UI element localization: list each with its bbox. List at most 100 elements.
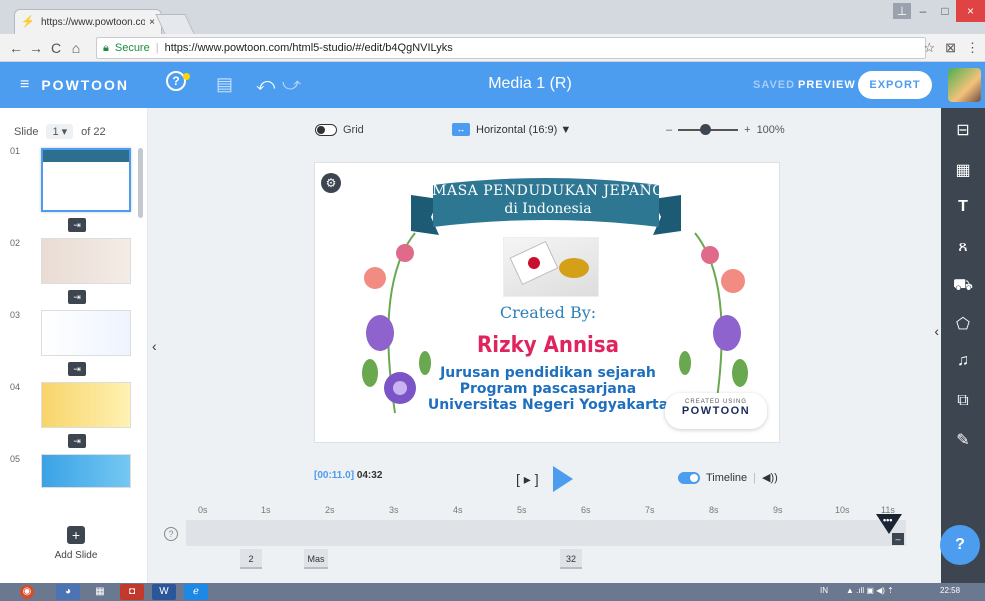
ie-taskbar-icon[interactable]: ℯ	[184, 584, 208, 600]
slide-canvas[interactable]: ⚙ MASA PENDUDUKAN JEPANG di Indonesia Cr…	[314, 162, 780, 443]
undo-icon[interactable]: ⤺	[256, 74, 275, 95]
expand-library-icon[interactable]: ‹	[934, 323, 939, 339]
add-slide-button[interactable]: + Add Slide	[44, 526, 108, 561]
close-window-button[interactable]: ×	[956, 0, 985, 22]
timeline-toggle-group: Timeline | ◀))	[678, 471, 778, 484]
timeline-zoom-out-button[interactable]: –	[892, 533, 904, 545]
props-icon[interactable]: ⛟	[941, 276, 985, 296]
timeline-toggle[interactable]	[678, 471, 700, 484]
add-slide-label: Add Slide	[54, 550, 98, 561]
special-effects-icon[interactable]: ✎	[941, 430, 985, 450]
zoom-slider[interactable]	[678, 124, 739, 135]
explorer-taskbar-icon[interactable]: ▦	[88, 584, 112, 600]
bookmark-star-icon[interactable]: ☆	[923, 40, 935, 56]
media-taskbar-icon[interactable]: ◘	[120, 584, 144, 600]
home-icon[interactable]: ⌂	[66, 40, 86, 56]
tick-label: 7s	[645, 505, 655, 515]
hamburger-menu-icon[interactable]: ≡	[20, 76, 31, 94]
created-by-label: Created By:	[499, 303, 597, 322]
slide-number: 02	[10, 238, 21, 248]
time-readout: [00:11.0] 04:32	[314, 470, 382, 481]
backgrounds-icon[interactable]: ▦	[941, 160, 985, 180]
address-bar-row: ← → C ⌂ 🔒︎ Secure | https://www.powtoon.…	[0, 34, 985, 62]
language-indicator[interactable]: IN	[820, 586, 828, 595]
layouts-icon[interactable]: ⊟	[941, 120, 985, 140]
powtoon-favicon-icon: ⚡	[21, 16, 35, 28]
minimize-button[interactable]: –	[912, 0, 934, 22]
forward-icon[interactable]: →	[26, 40, 46, 56]
timeline-object-marker[interactable]: 32	[560, 549, 582, 569]
media-icon[interactable]: ⧉	[941, 392, 985, 410]
characters-icon[interactable]: ጸ	[941, 238, 985, 256]
playback-controls: [ ▸ ]	[516, 466, 573, 492]
slide-thumbnail-3[interactable]	[41, 310, 131, 356]
redo-icon[interactable]: ⤻	[282, 74, 301, 95]
timeline-object-marker[interactable]: Mas	[304, 549, 328, 569]
music-icon[interactable]: ♫	[941, 352, 985, 370]
collapse-slides-icon[interactable]: ‹	[152, 338, 157, 354]
slide-thumbnail-1[interactable]	[41, 148, 131, 212]
powtoon-watermark-badge: CREATED USING POWTOON	[665, 393, 767, 429]
separator: |	[753, 471, 757, 484]
transition-icon[interactable]: ⇥	[68, 218, 86, 232]
profile-icon[interactable]: ⊥	[893, 3, 911, 19]
slide-total: of 22	[81, 125, 106, 138]
grid-toggle[interactable]	[315, 124, 337, 136]
timeline-ruler: 0s 1s 2s 3s 4s 5s 6s 7s 8s 9s 10s 11s	[184, 505, 895, 519]
add-slide-icon: +	[67, 526, 85, 544]
timeline-track[interactable]	[186, 520, 906, 546]
flag-photo[interactable]	[503, 237, 599, 297]
slide-thumbnail-5[interactable]	[41, 454, 131, 488]
export-button[interactable]: EXPORT	[858, 71, 932, 99]
slide-number: 04	[10, 382, 21, 392]
tick-label: 5s	[517, 505, 527, 515]
slides-scrollbar[interactable]	[138, 148, 143, 218]
back-icon[interactable]: ←	[6, 40, 26, 56]
total-time: 04:32	[356, 470, 383, 481]
text-icon[interactable]: T	[941, 198, 985, 216]
help-chat-button[interactable]: ?	[940, 525, 980, 565]
transition-icon[interactable]: ⇥	[68, 290, 86, 304]
lock-icon: 🔒︎	[103, 41, 109, 54]
notification-dot	[183, 73, 190, 80]
transition-icon[interactable]: ⇥	[68, 362, 86, 376]
tick-label: 1s	[261, 505, 271, 515]
powtoon-logo[interactable]: ≡ POWTOON	[20, 76, 129, 94]
system-tray-icons[interactable]: ▲ .ıll ▣ ◀) ⇡	[846, 586, 894, 595]
shapes-icon[interactable]: ⬠	[941, 314, 985, 334]
url-field[interactable]: 🔒︎ Secure | https://www.powtoon.com/html…	[96, 37, 926, 59]
user-avatar[interactable]	[948, 68, 981, 102]
document-title[interactable]: Media 1 (R)	[440, 75, 620, 93]
timeline-help-icon[interactable]: ?	[164, 527, 178, 541]
timeline-object-marker[interactable]: 2	[240, 549, 262, 569]
zoom-out-button[interactable]: –	[666, 124, 672, 136]
preview-button[interactable]: PREVIEW	[798, 79, 856, 91]
slide-number-dropdown[interactable]: 1 ▾	[46, 124, 74, 139]
current-time: [00:11.0]	[314, 470, 355, 481]
transition-icon[interactable]: ⇥	[68, 434, 86, 448]
chrome-taskbar-icon[interactable]: ◕	[56, 584, 80, 600]
word-taskbar-icon[interactable]: W	[152, 584, 176, 600]
orientation-dropdown[interactable]: ↔ Horizontal (16:9) ▼	[452, 123, 571, 136]
separator: |	[155, 42, 159, 54]
reload-icon[interactable]: C	[46, 40, 66, 56]
play-icon[interactable]	[552, 466, 573, 492]
slide-number: 05	[10, 454, 21, 464]
start-button[interactable]: ◉	[20, 585, 34, 599]
browser-menu-icon[interactable]: ⋮	[966, 40, 979, 56]
maximize-button[interactable]: □	[934, 0, 956, 22]
slide-number: 03	[10, 310, 21, 320]
slide-thumbnail-2[interactable]	[41, 238, 131, 284]
slide-thumbnail-4[interactable]	[41, 382, 131, 428]
tab-close-icon[interactable]: ×	[149, 17, 155, 28]
sound-icon[interactable]: ◀))	[762, 471, 778, 484]
play-scene-button[interactable]: [ ▸ ]	[516, 471, 539, 488]
slide-selector: Slide 1 ▾ of 22	[14, 124, 106, 139]
notes-icon[interactable]: ▤	[216, 74, 233, 95]
zoom-in-button[interactable]: +	[744, 124, 750, 136]
zoom-slider-knob[interactable]	[699, 124, 711, 135]
orientation-icon: ↔	[452, 123, 470, 136]
extension-icon[interactable]: ⊠	[945, 40, 956, 56]
clock[interactable]: 22:58	[940, 586, 960, 595]
browser-tab[interactable]: ⚡ https://www.powtoon.co ×	[14, 9, 162, 34]
